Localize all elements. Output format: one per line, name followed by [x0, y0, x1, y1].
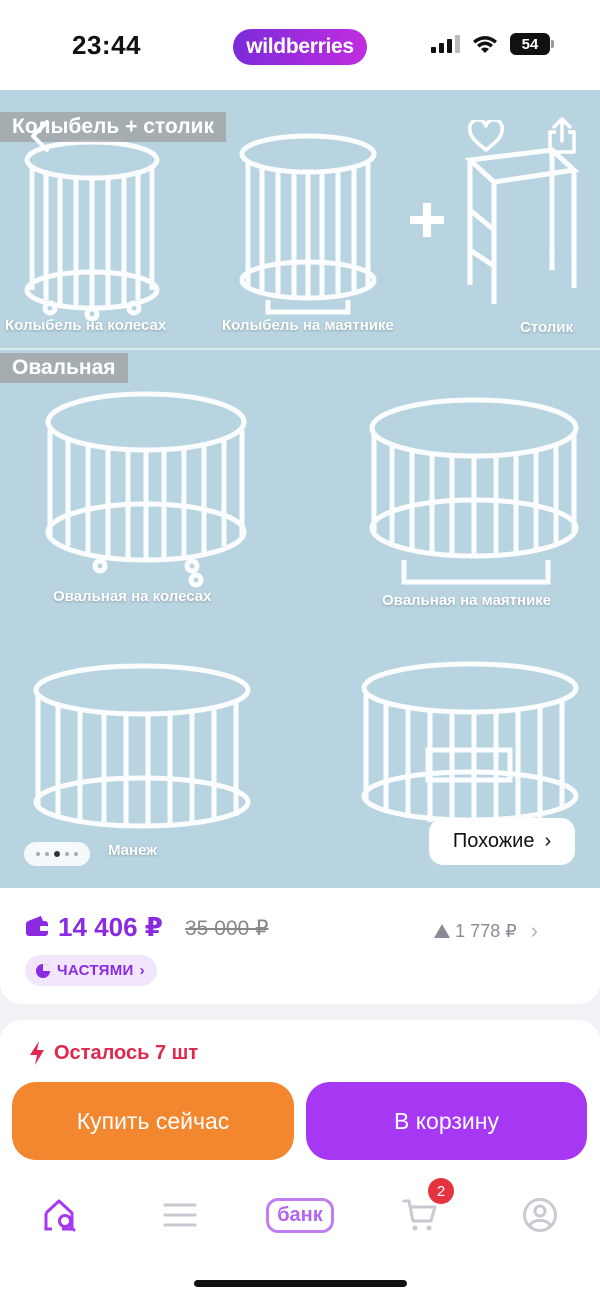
nav-bank[interactable]: банк — [260, 1190, 340, 1240]
chevron-right-icon: › — [530, 918, 538, 943]
installments-button[interactable]: ЧАСТЯМИ › — [25, 955, 157, 986]
price-delta: 1 778 ₽ — [455, 920, 517, 941]
caption-playpen: Манеж — [108, 842, 157, 859]
profile-icon — [523, 1198, 557, 1232]
battery-indicator: 54 — [510, 33, 554, 55]
chevron-right-icon: › — [139, 962, 145, 979]
home-indicator — [194, 1280, 407, 1287]
price-history-button[interactable]: 1 778 ₽ › — [433, 918, 538, 944]
pagination-dot — [36, 852, 40, 856]
bottom-sheet: Осталось 7 шт Купить сейчас В корзину ба… — [0, 1020, 600, 1300]
back-button[interactable] — [18, 114, 62, 158]
gallery-pagination — [24, 842, 90, 866]
nav-catalog[interactable] — [150, 1190, 210, 1240]
product-gallery[interactable]: Колыбель + столик Колыбель на колесах Ко… — [0, 90, 600, 888]
lightning-icon — [30, 1041, 44, 1065]
pagination-dot — [74, 852, 78, 856]
chevron-left-icon — [31, 120, 49, 152]
cellular-signal-icon — [431, 35, 460, 53]
pagination-dot — [65, 852, 69, 856]
price-card: 14 406 ₽ 35 000 ₽ 1 778 ₽ › ЧАСТЯМИ › — [0, 888, 600, 1004]
add-to-cart-button[interactable]: В корзину — [306, 1082, 587, 1160]
pagination-dot-active — [54, 851, 60, 857]
bottom-nav: банк 2 — [0, 1178, 600, 1240]
cart-badge: 2 — [428, 1178, 454, 1204]
caption-table: Столик — [520, 319, 574, 336]
stock-text: Осталось 7 шт — [54, 1041, 199, 1064]
wifi-icon — [473, 36, 497, 53]
stock-warning: Осталось 7 шт — [28, 1040, 198, 1066]
current-price: 14 406 ₽ — [58, 912, 163, 942]
cart-icon — [402, 1199, 437, 1231]
nav-profile[interactable] — [510, 1190, 570, 1240]
share-button[interactable] — [538, 112, 586, 160]
nav-cart[interactable]: 2 — [390, 1178, 454, 1240]
chevron-right-icon: › — [544, 830, 552, 852]
clock: 23:44 — [72, 30, 141, 60]
installments-label: ЧАСТЯМИ — [57, 962, 134, 979]
status-bar: 23:44 wildberries 54 — [0, 0, 600, 90]
pie-chart-icon — [36, 963, 50, 978]
bank-icon: банк — [266, 1197, 334, 1233]
caption-oval-pendulum: Овальная на маятнике — [382, 592, 552, 609]
similar-label: Похожие — [452, 830, 535, 852]
home-search-icon — [44, 1199, 76, 1232]
nav-home[interactable] — [30, 1190, 90, 1240]
triangle-up-icon — [434, 924, 451, 938]
pagination-dot — [45, 852, 49, 856]
menu-icon — [163, 1203, 197, 1227]
tag-oval: Овальная — [0, 353, 128, 383]
wallet-icon — [26, 916, 48, 936]
caption-oval-wheels: Овальная на колесах — [53, 588, 212, 605]
buy-now-button[interactable]: Купить сейчас — [12, 1082, 294, 1160]
similar-button[interactable]: Похожие › — [429, 818, 575, 865]
old-price: 35 000 ₽ — [185, 917, 269, 940]
brand-logo: wildberries — [233, 29, 367, 65]
system-icons: 54 — [430, 33, 554, 55]
product-image — [24, 133, 580, 829]
share-icon — [548, 117, 576, 154]
heart-icon — [468, 120, 504, 152]
favorite-button[interactable] — [462, 114, 510, 158]
image-divider — [0, 348, 600, 350]
caption-crib-pendulum: Колыбель на маятнике — [222, 317, 394, 334]
caption-crib-wheels: Колыбель на колесах — [5, 317, 167, 334]
